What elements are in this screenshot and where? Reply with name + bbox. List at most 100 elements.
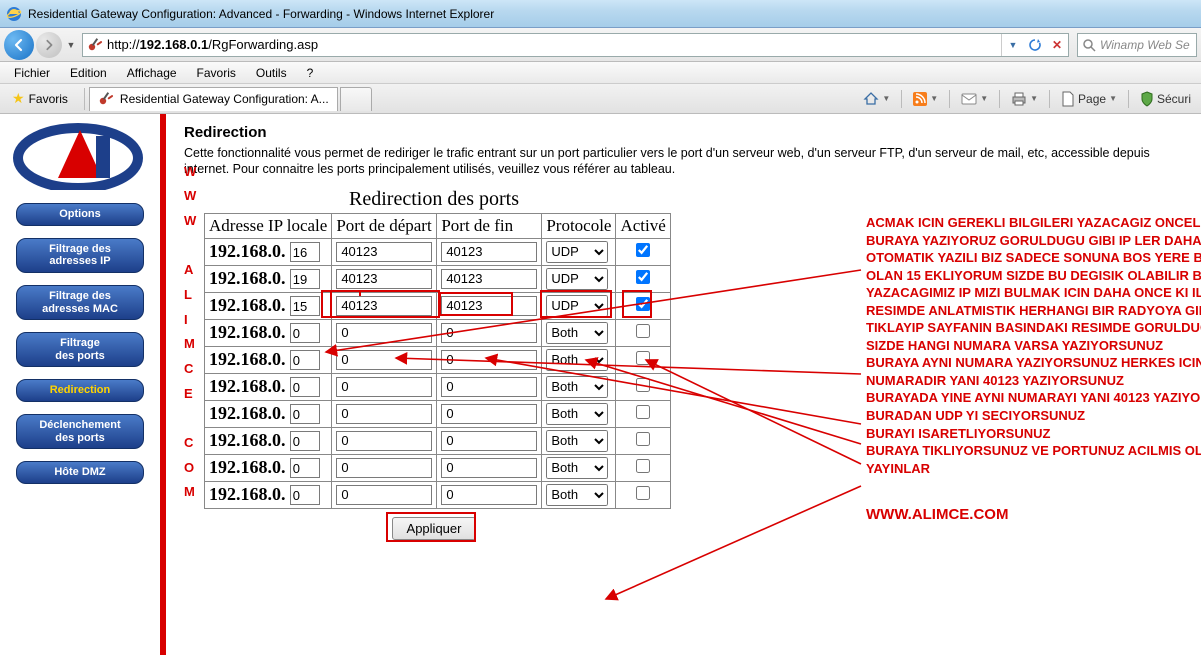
active-checkbox[interactable] — [636, 486, 650, 500]
ip-input[interactable] — [290, 296, 320, 316]
protocol-select[interactable]: UDPTCPBoth — [546, 484, 608, 506]
ip-prefix: 192.168.0. — [209, 268, 286, 288]
active-checkbox[interactable] — [636, 459, 650, 473]
port-start-input[interactable] — [336, 296, 432, 316]
col-start: Port de départ — [332, 213, 437, 238]
port-end-input[interactable] — [441, 485, 537, 505]
port-end-input[interactable] — [441, 377, 537, 397]
port-start-input[interactable] — [336, 323, 432, 343]
port-start-input[interactable] — [336, 431, 432, 451]
ip-input[interactable] — [290, 350, 320, 370]
active-checkbox[interactable] — [636, 378, 650, 392]
address-dropdown[interactable]: ▼ — [1002, 34, 1024, 56]
table-row: 192.168.0. UDPTCPBoth — [205, 427, 671, 454]
browser-tab[interactable]: Residential Gateway Configuration: A... — [89, 87, 338, 111]
menu-edit[interactable]: Edition — [60, 64, 117, 82]
ip-input[interactable] — [290, 431, 320, 451]
port-start-input[interactable] — [336, 350, 432, 370]
active-checkbox[interactable] — [636, 297, 650, 311]
ip-prefix: 192.168.0. — [209, 349, 286, 369]
menu-file[interactable]: Fichier — [4, 64, 60, 82]
menu-view[interactable]: Affichage — [117, 64, 187, 82]
port-end-input[interactable] — [441, 296, 537, 316]
apply-button[interactable]: Appliquer — [392, 517, 477, 540]
port-start-input[interactable] — [336, 377, 432, 397]
print-button[interactable]: ▼ — [1005, 89, 1044, 109]
port-start-input[interactable] — [336, 485, 432, 505]
sidebar-item-0[interactable]: Options — [16, 203, 144, 226]
ip-input[interactable] — [290, 269, 320, 289]
history-dropdown[interactable]: ▼ — [64, 40, 78, 50]
ip-input[interactable] — [290, 485, 320, 505]
feeds-button[interactable]: ▼ — [907, 90, 944, 108]
menu-tools[interactable]: Outils — [246, 64, 297, 82]
protocol-select[interactable]: UDPTCPBoth — [546, 295, 608, 317]
sidebar: Options Filtrage desadresses IP Filtrage d… — [0, 114, 160, 655]
protocol-select[interactable]: UDPTCPBoth — [546, 403, 608, 425]
port-end-input[interactable] — [441, 269, 537, 289]
port-end-input[interactable] — [441, 458, 537, 478]
protocol-select[interactable]: UDPTCPBoth — [546, 322, 608, 344]
port-end-input[interactable] — [441, 404, 537, 424]
protocol-select[interactable]: UDPTCPBoth — [546, 430, 608, 452]
search-box[interactable]: Winamp Web Se — [1077, 33, 1197, 57]
back-button[interactable] — [4, 30, 34, 60]
arrow-left-icon — [12, 38, 26, 52]
ip-input[interactable] — [290, 242, 320, 262]
home-button[interactable]: ▼ — [857, 89, 896, 109]
security-menu[interactable]: Sécuri — [1134, 89, 1197, 109]
active-checkbox[interactable] — [636, 405, 650, 419]
protocol-select[interactable]: UDPTCPBoth — [546, 349, 608, 371]
protocol-select[interactable]: UDPTCPBoth — [546, 457, 608, 479]
port-start-input[interactable] — [336, 458, 432, 478]
table-row: 192.168.0. UDPTCPBoth — [205, 454, 671, 481]
sidebar-item-2[interactable]: Filtrage desadresses MAC — [16, 285, 144, 320]
active-checkbox[interactable] — [636, 351, 650, 365]
ip-input[interactable] — [290, 323, 320, 343]
annotation-text: ACMAK ICIN GEREKLI BILGILERI YAZACAGIZ O… — [866, 214, 1201, 525]
col-proto: Protocole — [542, 213, 616, 238]
sidebar-item-6[interactable]: Hôte DMZ — [16, 461, 144, 484]
port-start-input[interactable] — [336, 269, 432, 289]
window-titlebar: Residential Gateway Configuration: Advan… — [0, 0, 1201, 28]
menu-help[interactable]: ? — [297, 64, 324, 82]
protocol-select[interactable]: UDPTCPBoth — [546, 241, 608, 263]
port-start-input[interactable] — [336, 404, 432, 424]
table-row: 192.168.0. UDPTCPBoth — [205, 373, 671, 400]
port-end-input[interactable] — [441, 431, 537, 451]
sidebar-item-3[interactable]: Filtragedes ports — [16, 332, 144, 367]
active-checkbox[interactable] — [636, 270, 650, 284]
active-checkbox[interactable] — [636, 432, 650, 446]
port-end-input[interactable] — [441, 323, 537, 343]
ip-prefix: 192.168.0. — [209, 322, 286, 342]
ip-prefix: 192.168.0. — [209, 241, 286, 261]
forward-button[interactable] — [36, 32, 62, 58]
new-tab-button[interactable] — [340, 87, 372, 111]
page-heading: Redirection — [184, 124, 1193, 141]
active-checkbox[interactable] — [636, 243, 650, 257]
protocol-select[interactable]: UDPTCPBoth — [546, 376, 608, 398]
table-row: 192.168.0. UDPTCPBoth — [205, 319, 671, 346]
ip-input[interactable] — [290, 377, 320, 397]
protocol-select[interactable]: UDPTCPBoth — [546, 268, 608, 290]
sidebar-item-1[interactable]: Filtrage desadresses IP — [16, 238, 144, 273]
port-end-input[interactable] — [441, 350, 537, 370]
mail-button[interactable]: ▼ — [955, 90, 994, 108]
address-bar[interactable]: http://192.168.0.1/RgForwarding.asp ▼ ✕ — [82, 33, 1069, 57]
active-checkbox[interactable] — [636, 324, 650, 338]
refresh-button[interactable] — [1024, 34, 1046, 56]
menu-favorites[interactable]: Favoris — [187, 64, 246, 82]
stop-button[interactable]: ✕ — [1046, 34, 1068, 56]
main-panel: Redirection Cette fonctionnalité vous pe… — [166, 114, 1201, 655]
mail-icon — [961, 92, 977, 106]
separator — [84, 88, 85, 110]
ip-input[interactable] — [290, 404, 320, 424]
port-end-input[interactable] — [441, 242, 537, 262]
sidebar-item-5[interactable]: Déclenchementdes ports — [16, 414, 144, 449]
ip-input[interactable] — [290, 458, 320, 478]
page-menu[interactable]: Page▼ — [1055, 89, 1123, 109]
port-forwarding-table: Adresse IP locale Port de départ Port de… — [204, 213, 671, 509]
sidebar-item-4[interactable]: Redirection — [16, 379, 144, 402]
port-start-input[interactable] — [336, 242, 432, 262]
favorites-button[interactable]: ★ Favoris — [4, 88, 76, 109]
